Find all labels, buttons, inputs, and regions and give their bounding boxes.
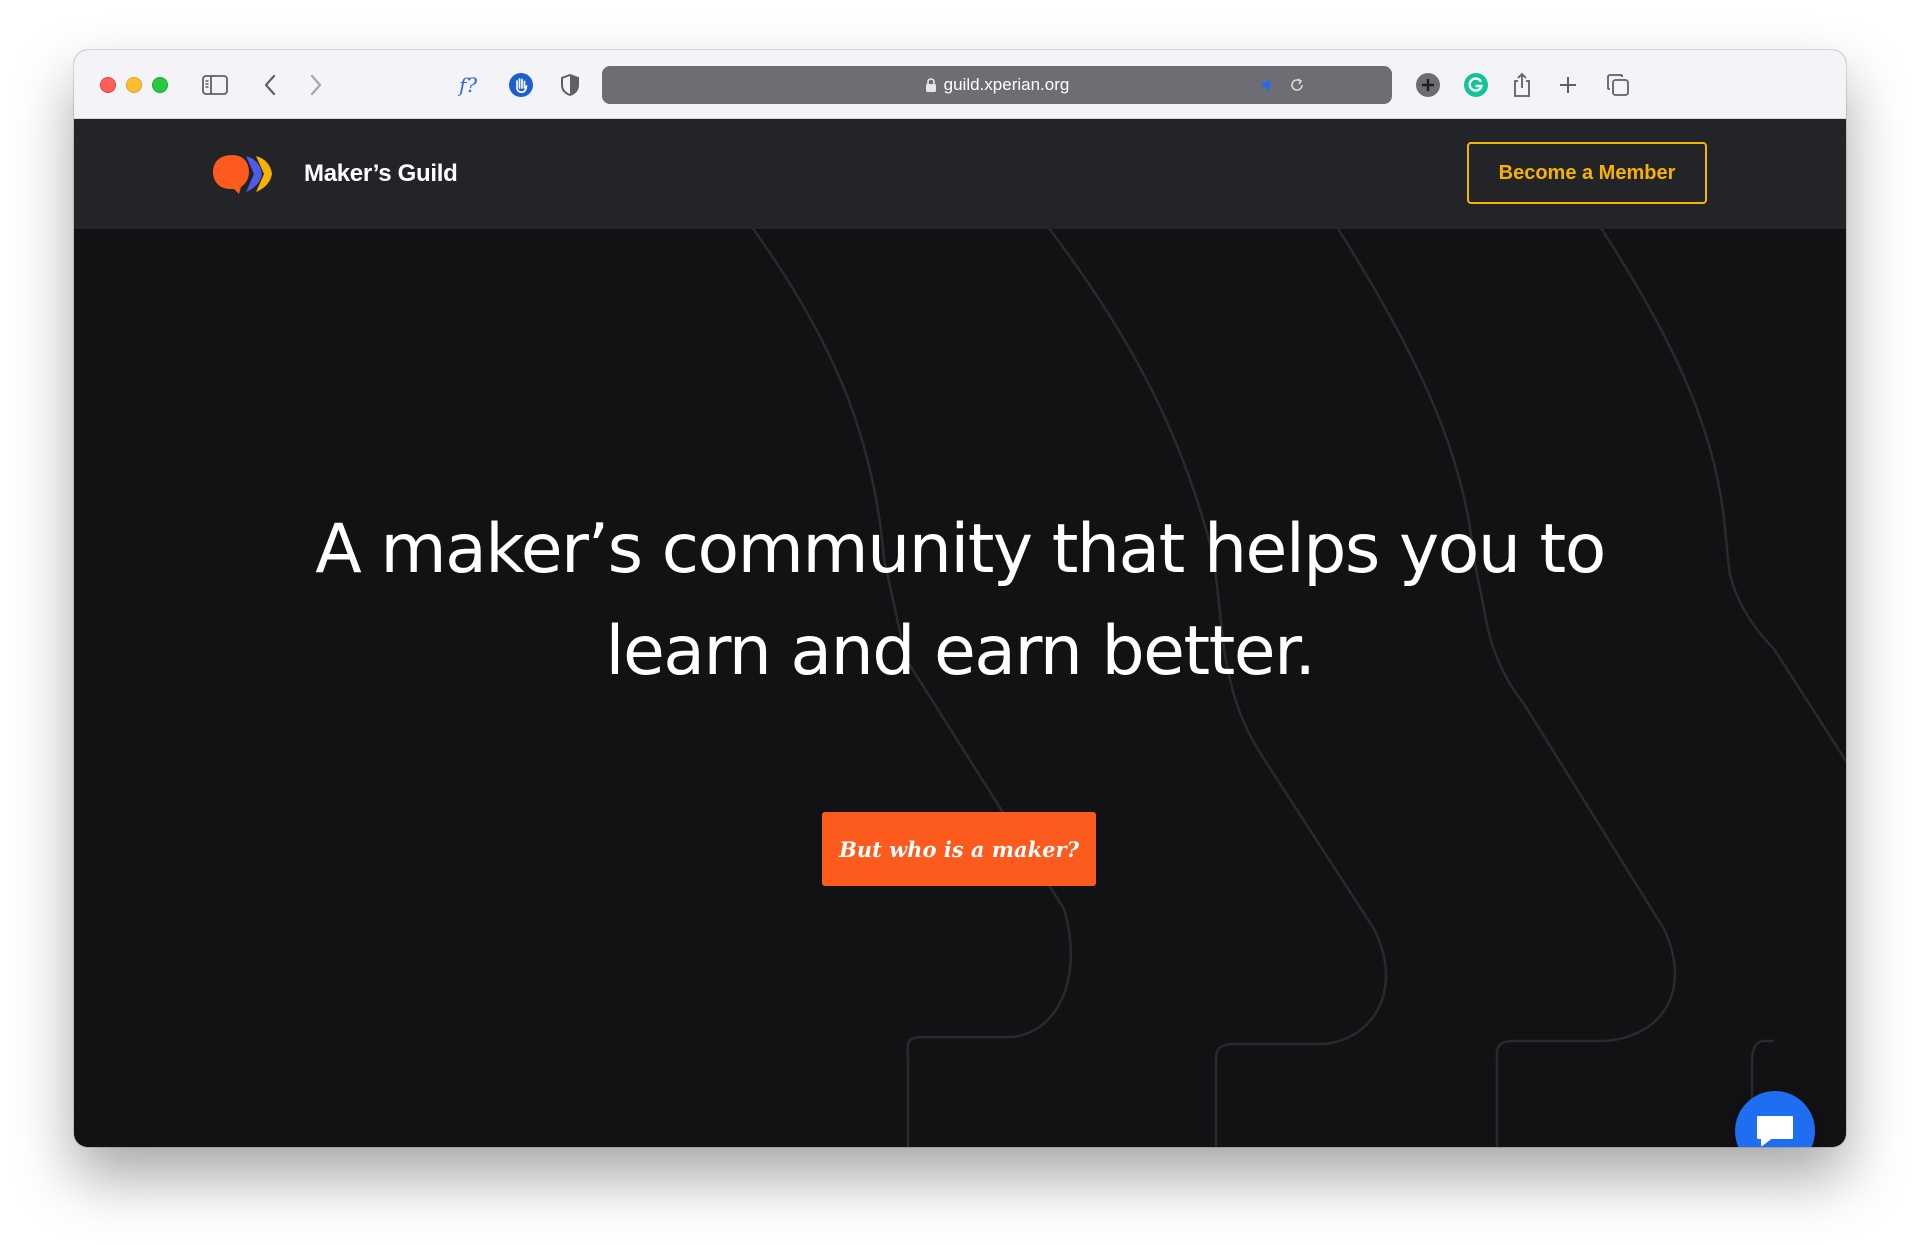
brand-name: Maker’s Guild	[304, 160, 458, 187]
shield-icon[interactable]	[553, 68, 587, 102]
browser-window: f? guild.xperian.org Maker’s Guild Becom…	[74, 50, 1846, 1147]
grammarly-icon[interactable]	[1459, 68, 1493, 102]
browser-toolbar: f? guild.xperian.org	[74, 50, 1846, 119]
sidebar-icon[interactable]	[198, 68, 232, 102]
chat-icon	[1757, 1116, 1793, 1146]
chevron-right-icon[interactable]	[299, 68, 333, 102]
address-bar[interactable]: guild.xperian.org	[602, 66, 1392, 104]
font-question-icon[interactable]: f?	[455, 68, 489, 102]
close-window-button[interactable]	[100, 77, 116, 93]
hero-headline-line-2: learn and earn better.	[605, 612, 1316, 691]
tabs-icon[interactable]	[1601, 68, 1635, 102]
hand-icon[interactable]	[504, 68, 538, 102]
makers-guild-logo-icon	[213, 155, 272, 194]
site-header: Maker’s Guild Become a Member	[74, 119, 1846, 229]
who-is-maker-button[interactable]: But who is a maker?	[822, 812, 1096, 886]
brand-link[interactable]: Maker’s Guild	[212, 152, 458, 196]
hero-section: A maker’s community that helps you to le…	[74, 229, 1846, 1147]
chevron-left-icon[interactable]	[253, 68, 287, 102]
reload-icon[interactable]	[1289, 77, 1305, 93]
speaker-icon[interactable]	[1260, 77, 1276, 93]
hero-headline-line-1: A maker’s community that helps you to	[315, 510, 1606, 589]
hero-headline: A maker’s community that helps you to le…	[260, 499, 1660, 703]
screenshot-stage: f? guild.xperian.org Maker’s Guild Becom…	[0, 0, 1920, 1245]
share-icon[interactable]	[1505, 68, 1539, 102]
become-member-button[interactable]: Become a Member	[1467, 142, 1707, 204]
lock-icon	[925, 77, 937, 93]
address-url: guild.xperian.org	[943, 75, 1070, 94]
svg-text:f?: f?	[457, 73, 477, 97]
minimize-window-button[interactable]	[126, 77, 142, 93]
zoom-window-button[interactable]	[152, 77, 168, 93]
plus-circle-icon[interactable]	[1411, 68, 1445, 102]
plus-icon[interactable]	[1551, 68, 1585, 102]
